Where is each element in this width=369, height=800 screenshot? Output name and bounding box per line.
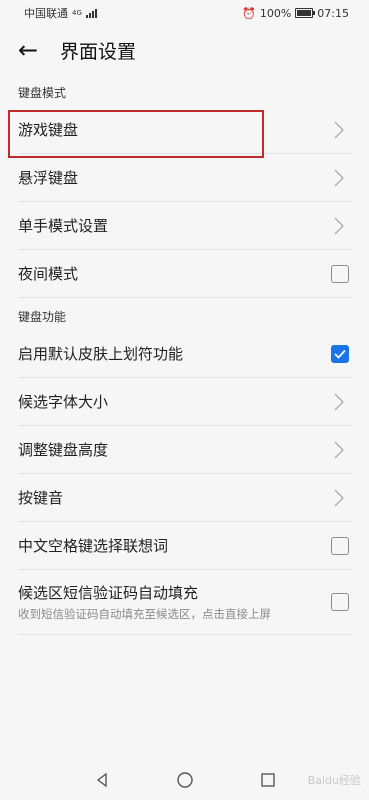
status-time: 07:15	[317, 6, 349, 20]
checkbox-checked[interactable]	[331, 344, 349, 363]
settings-row[interactable]: 游戏键盘	[18, 106, 351, 154]
settings-row[interactable]: 调整键盘高度	[18, 426, 351, 474]
chevron-right-icon	[334, 441, 344, 458]
checkbox-unchecked[interactable]	[331, 264, 349, 283]
row-text: 夜间模式	[18, 263, 78, 284]
row-label: 单手模式设置	[18, 217, 109, 235]
settings-content: 键盘模式游戏键盘悬浮键盘单手模式设置 夜间模式键盘功能启用默认皮肤上划符功能 候选字…	[0, 74, 369, 635]
row-text: 候选字体大小	[18, 391, 108, 412]
alarm-icon: ⏰	[242, 6, 256, 20]
checkbox-unchecked[interactable]	[331, 536, 349, 555]
row-label: 悬浮键盘	[18, 169, 79, 187]
settings-row[interactable]: 夜间模式	[18, 250, 351, 298]
checkbox-unchecked[interactable]	[331, 593, 349, 611]
settings-row[interactable]: 单手模式设置	[18, 202, 351, 250]
chevron-right-icon	[334, 489, 344, 506]
row-text: 候选区短信验证码自动填充收到短信验证码自动填充至候选区，点击直接上屏	[18, 582, 271, 622]
back-arrow-icon[interactable]: ←	[18, 38, 46, 62]
row-label: 按键音	[18, 489, 64, 507]
settings-list: 游戏键盘悬浮键盘单手模式设置 夜间模式	[0, 106, 369, 298]
chevron-right-icon	[334, 393, 344, 410]
row-label: 夜间模式	[18, 265, 79, 283]
settings-row[interactable]: 启用默认皮肤上划符功能	[18, 330, 351, 378]
section-header: 键盘模式	[18, 86, 67, 100]
status-bar: 中国联通 4G ⏰ 100% 07:15	[0, 0, 369, 26]
checkmark-icon	[334, 349, 346, 359]
back-triangle-icon[interactable]	[94, 772, 110, 788]
row-text: 启用默认皮肤上划符功能	[18, 343, 183, 364]
row-label: 候选区短信验证码自动填充	[18, 584, 199, 602]
battery-percent: 100%	[259, 6, 292, 20]
recent-apps-square-icon[interactable]	[260, 772, 276, 788]
app-bar: ← 界面设置	[0, 26, 369, 74]
home-circle-icon[interactable]	[176, 771, 194, 789]
chevron-right-icon	[334, 217, 344, 234]
row-text: 游戏键盘	[18, 119, 78, 140]
row-label: 候选字体大小	[18, 393, 109, 411]
settings-row[interactable]: 候选区短信验证码自动填充收到短信验证码自动填充至候选区，点击直接上屏	[18, 570, 351, 635]
row-text: 按键音	[18, 487, 63, 508]
row-text: 中文空格键选择联想词	[18, 535, 168, 556]
row-label: 游戏键盘	[18, 121, 79, 139]
row-label: 调整键盘高度	[18, 441, 109, 459]
row-text: 单手模式设置	[18, 215, 108, 236]
row-label: 中文空格键选择联想词	[18, 537, 169, 555]
carrier-name: 中国联通	[24, 7, 68, 20]
chevron-right-icon	[334, 169, 344, 186]
status-left: 中国联通 4G	[24, 5, 97, 21]
row-text: 悬浮键盘	[18, 167, 78, 188]
watermark-logo: Baidu经验	[307, 774, 361, 787]
row-label: 启用默认皮肤上划符功能	[18, 345, 184, 363]
status-right: ⏰ 100% 07:15	[242, 7, 349, 20]
settings-row[interactable]: 候选字体大小	[18, 378, 351, 426]
signal-icon	[85, 8, 97, 18]
chevron-right-icon	[334, 121, 344, 138]
battery-icon	[295, 8, 316, 18]
settings-list: 启用默认皮肤上划符功能 候选字体大小 调整键盘高度 按键音中文空格键选择联想词候选区短…	[0, 330, 369, 635]
settings-row[interactable]: 中文空格键选择联想词	[18, 522, 351, 570]
row-subtitle: 收到短信验证码自动填充至候选区，点击直接上屏	[18, 607, 271, 621]
row-text: 调整键盘高度	[18, 439, 108, 460]
settings-row[interactable]: 悬浮键盘	[18, 154, 351, 202]
settings-row[interactable]: 按键音	[18, 474, 351, 522]
page-title: 界面设置	[60, 40, 137, 63]
network-type: 4G	[72, 9, 82, 17]
section-header: 键盘功能	[18, 310, 67, 324]
